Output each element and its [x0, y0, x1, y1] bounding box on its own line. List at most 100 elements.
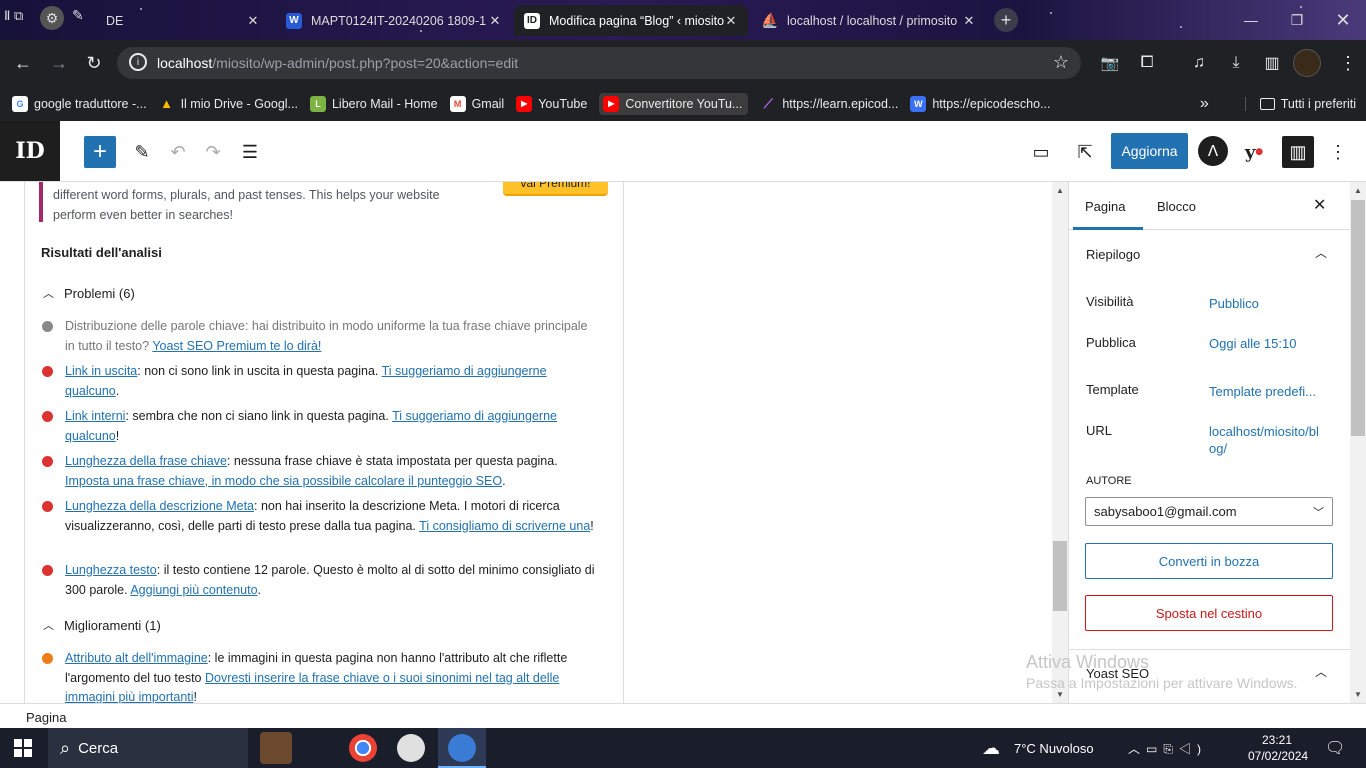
- bookmark-item[interactable]: ▶ YouTube: [516, 95, 587, 112]
- clock-date[interactable]: 07/02/2024: [1248, 749, 1308, 763]
- item-cta-link[interactable]: Aggiungi più contenuto: [130, 583, 257, 597]
- bookmark-item[interactable]: Ggoogle traduttore -...: [12, 95, 147, 112]
- bookmark-item[interactable]: M Gmail: [449, 95, 504, 112]
- taskbar-search[interactable]: ⌕ Cerca: [48, 728, 292, 768]
- item-title-link[interactable]: Link interni: [65, 409, 125, 423]
- browser-menu-icon[interactable]: ⋮: [1333, 48, 1363, 78]
- camera-icon[interactable]: 📷: [1095, 48, 1125, 78]
- document-overview-icon[interactable]: ☰: [234, 136, 266, 168]
- profile-avatar[interactable]: [1293, 49, 1321, 77]
- convert-to-draft-button[interactable]: Converti in bozza: [1085, 543, 1333, 579]
- chevron-up-icon[interactable]: ︿: [1315, 663, 1327, 680]
- maximize-button[interactable]: ❐: [1274, 0, 1320, 40]
- close-window-button[interactable]: ✕: [1320, 0, 1366, 40]
- publish-value[interactable]: Oggi alle 15:10: [1209, 335, 1324, 352]
- close-sidebar-icon[interactable]: ✕: [1313, 195, 1326, 215]
- scroll-down-arrow-icon[interactable]: ▼: [1354, 690, 1362, 699]
- scrollbar-thumb[interactable]: [1351, 200, 1365, 436]
- chevron-up-icon[interactable]: ︿: [1315, 244, 1327, 261]
- system-tray-icons[interactable]: ︿▭⎘◁): [1128, 740, 1207, 757]
- astra-icon[interactable]: ᐱ: [1198, 136, 1228, 166]
- item-title-link[interactable]: Attributo alt dell'immagine: [65, 651, 208, 665]
- site-logo[interactable]: ID: [0, 121, 60, 181]
- yoast-seo-section[interactable]: Yoast SEO: [1086, 666, 1149, 681]
- summary-title[interactable]: Riepilogo: [1086, 247, 1140, 262]
- improvements-toggle[interactable]: ︿ Miglioramenti (1): [43, 617, 161, 633]
- extensions-icon[interactable]: ⧠: [1132, 48, 1162, 78]
- item-cta-link[interactable]: Imposta una frase chiave, in modo che si…: [65, 474, 502, 488]
- add-block-button[interactable]: +: [84, 136, 116, 168]
- move-to-trash-button[interactable]: Sposta nel cestino: [1085, 595, 1333, 631]
- tab-de[interactable]: DE ✕: [96, 5, 270, 36]
- weather-text[interactable]: 7°C Nuvoloso: [1014, 741, 1094, 756]
- tab-mapt[interactable]: W MAPT0124IT-20240206 1809-1 ✕: [276, 5, 512, 36]
- windows-start-icon[interactable]: [14, 739, 32, 757]
- redo-icon[interactable]: ↷: [197, 136, 229, 168]
- bookmark-item[interactable]: ▶ Convertitore YouTu...: [599, 92, 749, 115]
- tab-close-icon[interactable]: ✕: [488, 13, 502, 29]
- tab-close-icon[interactable]: ✕: [962, 13, 976, 29]
- update-button[interactable]: Aggiorna: [1111, 133, 1188, 169]
- pin-icon[interactable]: ✎: [72, 7, 84, 24]
- clock-time[interactable]: 23:21: [1262, 733, 1292, 747]
- url-bar[interactable]: i localhost/miosito/wp-admin/post.php?po…: [117, 47, 1081, 79]
- bookmark-item[interactable]: Whttps://epicodescho...: [910, 95, 1051, 112]
- bookmark-star-icon[interactable]: ☆: [1053, 52, 1069, 73]
- weather-icon[interactable]: ☁: [982, 738, 1000, 759]
- tab-actions-icon[interactable]: Ⅱ ⧉: [4, 8, 23, 24]
- editor-scrollbar[interactable]: ▲ ▼: [1052, 182, 1068, 703]
- site-info-icon[interactable]: i: [129, 53, 147, 71]
- new-tab-button[interactable]: +: [994, 8, 1018, 32]
- preview-desktop-icon[interactable]: ▭: [1025, 136, 1057, 168]
- notifications-icon[interactable]: 🗨: [1325, 738, 1345, 758]
- scroll-up-arrow-icon[interactable]: ▲: [1354, 186, 1362, 195]
- media-queue-icon[interactable]: ♫: [1184, 48, 1214, 78]
- pgadmin-icon[interactable]: [397, 734, 425, 762]
- side-panel-icon[interactable]: ▥: [1257, 48, 1287, 78]
- url-value[interactable]: localhost/miosito/blog/: [1209, 423, 1324, 457]
- item-title-link[interactable]: Lunghezza testo: [65, 563, 157, 577]
- tab-pagina[interactable]: Pagina: [1085, 199, 1125, 214]
- visibility-value[interactable]: Pubblico: [1209, 295, 1324, 312]
- reload-icon[interactable]: ↻: [79, 48, 109, 78]
- options-menu-icon[interactable]: ⋮: [1322, 136, 1354, 168]
- settings-gear-icon[interactable]: ⚙: [40, 6, 64, 30]
- item-title-link[interactable]: Lunghezza della frase chiave: [65, 454, 227, 468]
- sidebar-scrollbar[interactable]: ▲ ▼: [1350, 182, 1366, 703]
- view-page-external-icon[interactable]: ⇱: [1069, 136, 1101, 168]
- bookmark-item[interactable]: L Libero Mail - Home: [309, 95, 438, 112]
- visibility-label: Visibilità: [1086, 294, 1134, 309]
- back-arrow-icon[interactable]: ←: [8, 48, 38, 78]
- premium-button[interactable]: vai Premium!: [503, 182, 608, 196]
- scrollbar-thumb[interactable]: [1053, 541, 1067, 611]
- item-cta-link[interactable]: Yoast SEO Premium te lo dirà!: [152, 339, 321, 353]
- scroll-up-arrow-icon[interactable]: ▲: [1056, 186, 1064, 195]
- item-cta-link[interactable]: Ti consigliamo di scriverne una: [419, 519, 590, 533]
- author-select[interactable]: sabysaboo1@gmail.com ﹀: [1085, 497, 1333, 526]
- taskbar-app-active[interactable]: [438, 728, 486, 768]
- forward-arrow-icon[interactable]: →: [44, 48, 74, 78]
- bookmark-item[interactable]: ▲ Il mio Drive - Googl...: [159, 96, 298, 112]
- tab-modifica-pagina[interactable]: ID Modifica pagina “Blog” ‹ miosito ✕: [514, 5, 748, 36]
- breadcrumb[interactable]: Pagina: [26, 710, 66, 725]
- scroll-down-arrow-icon[interactable]: ▼: [1056, 690, 1064, 699]
- tab-close-icon[interactable]: ✕: [724, 13, 738, 29]
- all-bookmarks-folder[interactable]: Tutti i preferiti: [1244, 96, 1356, 111]
- minimize-button[interactable]: —: [1228, 0, 1274, 40]
- author-label: AUTORE: [1086, 475, 1132, 487]
- tab-close-icon[interactable]: ✕: [246, 13, 260, 29]
- bookmark-item[interactable]: ⟋ https://learn.epicod...: [760, 96, 899, 112]
- download-icon[interactable]: ⤓: [1221, 48, 1251, 78]
- item-title-link[interactable]: Lunghezza della descrizione Meta: [65, 499, 254, 513]
- problems-toggle[interactable]: ︿ Problemi (6): [43, 285, 135, 301]
- item-title-link[interactable]: Link in uscita: [65, 364, 137, 378]
- tab-phpmyadmin[interactable]: ⛵ localhost / localhost / primosito ✕: [752, 5, 986, 36]
- template-value[interactable]: Template predefi...: [1209, 383, 1324, 400]
- undo-icon[interactable]: ↶: [162, 136, 194, 168]
- settings-sidebar-icon[interactable]: ▥: [1282, 136, 1314, 168]
- tab-blocco[interactable]: Blocco: [1157, 199, 1196, 214]
- yoast-icon[interactable]: y ●: [1238, 136, 1270, 168]
- chrome-icon[interactable]: [349, 734, 377, 762]
- tools-pencil-icon[interactable]: ✎: [126, 136, 158, 168]
- more-bookmarks-icon[interactable]: »: [1200, 95, 1209, 113]
